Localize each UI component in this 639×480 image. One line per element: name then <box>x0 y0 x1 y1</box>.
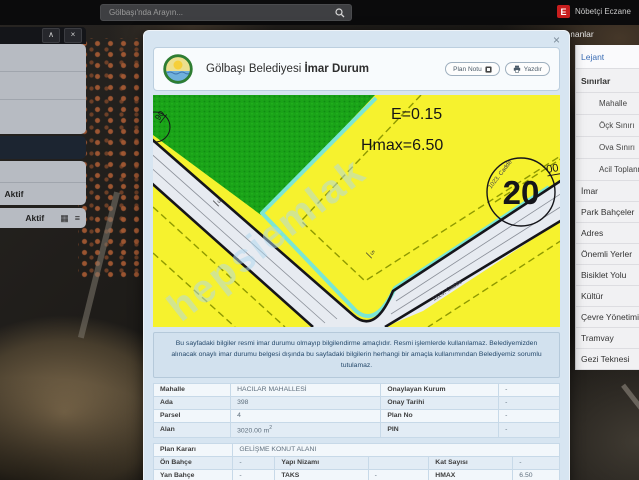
cell-label: Yapı Nizamı <box>274 455 369 470</box>
collapse-icon[interactable]: ∧ <box>42 28 60 43</box>
list-item[interactable] <box>0 44 86 72</box>
layers-panel-title: Katmanlar <box>571 29 594 39</box>
cell-label: Onay Tarihi <box>380 395 500 410</box>
cell-value: 398 <box>230 395 382 410</box>
sidebar-item-imar[interactable]: İmar <box>576 181 639 202</box>
left-panel: ∧ × Aktif Aktif ▦ ≡ <box>0 27 86 228</box>
cell-value: GELİŞME KONUT ALANI <box>232 442 560 457</box>
close-icon[interactable]: × <box>64 28 82 43</box>
pharmacy-icon: E <box>556 5 570 18</box>
cell-value: - <box>232 468 276 480</box>
cell-label: Mahalle <box>152 382 232 397</box>
table-row: Plan Kararı GELİŞME KONUT ALANI <box>152 442 560 457</box>
top-bar: E Nöbetçi Eczane <box>0 0 639 25</box>
table-row: Ön Bahçe - Yapı Nizamı Kat Sayısı - <box>152 455 560 470</box>
table-row: Parsel 4 Plan No - <box>152 408 560 423</box>
hmax-label: Hmax=6.50 <box>361 137 443 154</box>
left-panel-list <box>0 44 86 134</box>
search-input[interactable] <box>107 7 335 18</box>
modal-title: Gölbaşı Belediyesi İmar Durum <box>206 63 369 75</box>
cell-label: PIN <box>380 421 500 438</box>
sidebar-item-ock-siniri[interactable]: Öçk Sınırı <box>576 115 639 137</box>
emsal-label: E=0.15 <box>391 106 442 123</box>
cell-label: Parsel <box>152 408 232 423</box>
cell-label: TAKS <box>274 468 369 480</box>
app-window: E Nöbetçi Eczane ∧ × Aktif Aktif ▦ ≡ Kat… <box>0 0 639 480</box>
cell-value: - <box>498 421 560 438</box>
municipality-logo <box>163 54 193 84</box>
search-box[interactable] <box>100 4 352 21</box>
list-item[interactable] <box>0 100 86 134</box>
sidebar-item-tramvay[interactable]: Tramvay <box>576 328 639 349</box>
sidebar-item-mahalle[interactable]: Mahalle <box>576 93 639 115</box>
sidebar-item-acil-toplanma[interactable]: Acil Toplanma Alanları <box>576 159 639 181</box>
list-item[interactable] <box>0 161 86 183</box>
list-item[interactable] <box>0 72 86 100</box>
cell-label: Kat Sayısı <box>428 455 514 470</box>
parcel-number: 20 <box>503 174 540 211</box>
sidebar-item-adres[interactable]: Adres <box>576 223 639 244</box>
modal-header: Gölbaşı Belediyesi İmar Durum Plan Notu <box>153 47 560 91</box>
list-icon[interactable]: ≡ <box>75 213 80 223</box>
cell-label: Alan <box>152 421 232 438</box>
cell-label: Plan Kararı <box>152 442 234 457</box>
search-icon[interactable] <box>335 7 345 18</box>
cell-value: - <box>512 455 560 470</box>
pharmacy-label: Nöbetçi Eczane <box>574 7 631 16</box>
left-panel-list-2: Aktif <box>0 161 86 205</box>
cell-label: Plan No <box>380 408 500 423</box>
sidebar-item-cevre-yonetimi[interactable]: Çevre Yönetimi <box>576 307 639 328</box>
cell-value: - <box>232 455 276 470</box>
active-label: Aktif <box>25 213 45 223</box>
grid-icon[interactable]: ▦ <box>60 213 69 223</box>
disclaimer-text: Bu sayfadaki bilgiler resmi imar durumu … <box>153 332 560 378</box>
print-button[interactable]: Yazdır <box>504 62 550 76</box>
cell-value: 6.50 <box>512 468 560 480</box>
sidebar-item-kultur[interactable]: Kültür <box>576 286 639 307</box>
sidebar-item-park-bahceler[interactable]: Park Bahçeler <box>576 202 639 223</box>
cell-value: - <box>498 382 560 397</box>
sidebar-item-bisiklet-yolu[interactable]: Bisiklet Yolu <box>576 265 639 286</box>
parcel-info-table: Mahalle HACILAR MAHALLESİ Onaylayan Kuru… <box>152 382 560 438</box>
cell-label: Ön Bahçe <box>152 455 234 470</box>
cell-value: - <box>367 468 430 480</box>
table-row: Mahalle HACILAR MAHALLESİ Onaylayan Kuru… <box>152 382 560 397</box>
sidebar-item-ova-siniri[interactable]: Ova Sınırı <box>576 137 639 159</box>
cell-value: 3020.00 m2 <box>230 421 382 438</box>
sidebar-item-onemli-yerler[interactable]: Önemli Yerler <box>576 244 639 265</box>
active-button[interactable]: Aktif <box>0 183 86 205</box>
plan-note-icon <box>485 65 492 73</box>
cell-value <box>367 455 430 470</box>
cell-value: - <box>498 408 560 423</box>
plan-note-button[interactable]: Plan Notu <box>445 62 500 76</box>
sidebar-section-sinirlar[interactable]: Sınırlar <box>576 69 639 93</box>
cell-value: - <box>498 395 560 410</box>
selected-list-item[interactable] <box>0 136 86 159</box>
cell-value: HACILAR MAHALLESİ <box>230 382 382 397</box>
left-panel-footer: Aktif ▦ ≡ <box>0 208 86 228</box>
layers-sidebar: Lejant Sınırlar Mahalle Öçk Sınırı Ova S… <box>575 45 639 370</box>
table-row: Yan Bahçe - TAKS - HMAX 6.50 <box>152 468 560 480</box>
tab-lejant[interactable]: Lejant <box>576 45 639 69</box>
cell-label: Ada <box>152 395 232 410</box>
plan-decision-table: Plan Kararı GELİŞME KONUT ALANI Ön Bahçe… <box>152 442 560 480</box>
imar-durum-modal: × Gölbaşı Belediyesi İmar Durum Plan Not… <box>143 30 570 480</box>
printer-icon <box>513 65 520 73</box>
cell-label: Yan Bahçe <box>152 468 234 480</box>
cell-label: HMAX <box>428 468 514 480</box>
sidebar-item-gezi-teknesi[interactable]: Gezi Teknesi <box>576 349 639 370</box>
cell-value: 4 <box>230 408 382 423</box>
cell-label: Onaylayan Kurum <box>380 382 500 397</box>
table-row: Alan 3020.00 m2 PIN - <box>152 421 560 438</box>
left-panel-titlebar: ∧ × <box>0 27 86 44</box>
table-row: Ada 398 Onay Tarihi - <box>152 395 560 410</box>
pharmacy-button[interactable]: E Nöbetçi Eczane <box>556 5 631 18</box>
modal-close-icon[interactable]: × <box>553 33 560 47</box>
zoning-plan-map[interactable]: 5 5 1023. Cadde 1123. Cadde hepsiemlak 9… <box>153 95 560 327</box>
